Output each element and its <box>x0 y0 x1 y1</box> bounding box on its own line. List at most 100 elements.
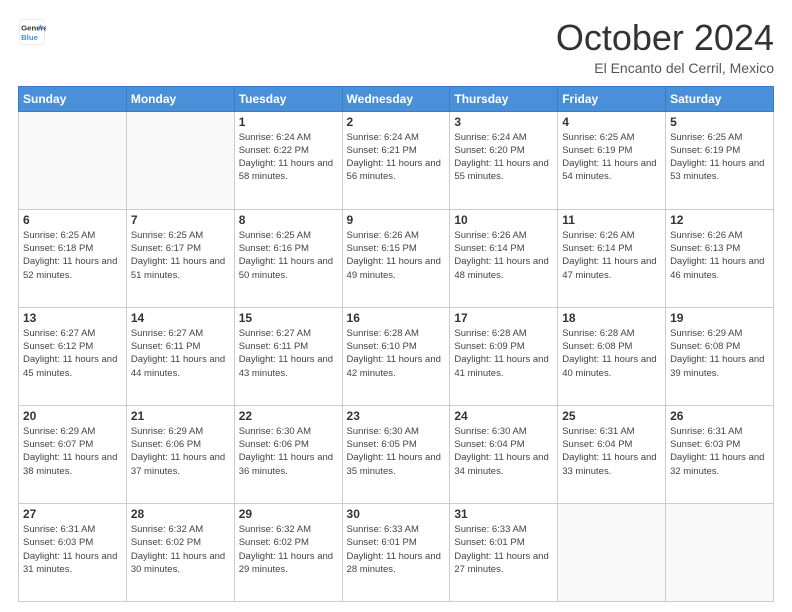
day-cell: 19 Sunrise: 6:29 AM Sunset: 6:08 PM Dayli… <box>666 307 774 405</box>
day-number: 1 <box>239 115 338 129</box>
title-block: October 2024 El Encanto del Cerril, Mexi… <box>556 18 774 76</box>
day-number: 6 <box>23 213 122 227</box>
day-cell: 7 Sunrise: 6:25 AM Sunset: 6:17 PM Daylig… <box>126 209 234 307</box>
day-info: Sunrise: 6:28 AM Sunset: 6:08 PM Dayligh… <box>562 327 661 380</box>
day-number: 21 <box>131 409 230 423</box>
day-cell: 17Sunrise: 6:28 AM Sunset: 6:09 PM Dayli… <box>450 307 558 405</box>
day-cell: 20 Sunrise: 6:29 AM Sunset: 6:07 PM Dayli… <box>19 405 127 503</box>
calendar-table: SundayMondayTuesdayWednesdayThursdayFrid… <box>18 86 774 602</box>
weekday-header-sunday: Sunday <box>19 86 127 111</box>
day-number: 2 <box>347 115 446 129</box>
day-cell: 27Sunrise: 6:31 AM Sunset: 6:03 PM Dayli… <box>19 503 127 601</box>
weekday-header-monday: Monday <box>126 86 234 111</box>
day-number: 4 <box>562 115 661 129</box>
month-title: October 2024 <box>556 18 774 58</box>
day-cell: 22 Sunrise: 6:30 AM Sunset: 6:06 PM Dayli… <box>234 405 342 503</box>
day-number: 20 <box>23 409 122 423</box>
day-cell: 14 Sunrise: 6:27 AM Sunset: 6:11 PM Dayli… <box>126 307 234 405</box>
logo: General Blue General Blue <box>18 18 46 46</box>
day-number: 9 <box>347 213 446 227</box>
day-cell: 12 Sunrise: 6:26 AM Sunset: 6:13 PM Dayli… <box>666 209 774 307</box>
day-number: 23 <box>347 409 446 423</box>
day-info: Sunrise: 6:30 AM Sunset: 6:06 PM Dayligh… <box>239 425 338 478</box>
day-number: 16 <box>347 311 446 325</box>
weekday-header-thursday: Thursday <box>450 86 558 111</box>
day-cell: 10 Sunrise: 6:26 AM Sunset: 6:14 PM Dayli… <box>450 209 558 307</box>
day-number: 8 <box>239 213 338 227</box>
day-info: Sunrise: 6:24 AM Sunset: 6:21 PM Dayligh… <box>347 131 446 184</box>
day-info: Sunrise: 6:26 AM Sunset: 6:15 PM Dayligh… <box>347 229 446 282</box>
day-cell: 13 Sunrise: 6:27 AM Sunset: 6:12 PM Dayli… <box>19 307 127 405</box>
day-number: 13 <box>23 311 122 325</box>
day-info: Sunrise: 6:31 AM Sunset: 6:03 PM Dayligh… <box>670 425 769 478</box>
day-cell: 24 Sunrise: 6:30 AM Sunset: 6:04 PM Dayli… <box>450 405 558 503</box>
day-info: Sunrise: 6:33 AM Sunset: 6:01 PM Dayligh… <box>454 523 553 576</box>
day-number: 22 <box>239 409 338 423</box>
weekday-header-tuesday: Tuesday <box>234 86 342 111</box>
week-row-2: 6 Sunrise: 6:25 AM Sunset: 6:18 PM Daylig… <box>19 209 774 307</box>
day-info: Sunrise: 6:27 AM Sunset: 6:12 PM Dayligh… <box>23 327 122 380</box>
weekday-header-saturday: Saturday <box>666 86 774 111</box>
day-info: Sunrise: 6:25 AM Sunset: 6:18 PM Dayligh… <box>23 229 122 282</box>
day-cell: 6 Sunrise: 6:25 AM Sunset: 6:18 PM Daylig… <box>19 209 127 307</box>
day-number: 17 <box>454 311 553 325</box>
weekday-header-friday: Friday <box>558 86 666 111</box>
day-info: Sunrise: 6:30 AM Sunset: 6:05 PM Dayligh… <box>347 425 446 478</box>
weekday-header-row: SundayMondayTuesdayWednesdayThursdayFrid… <box>19 86 774 111</box>
day-cell: 3 Sunrise: 6:24 AM Sunset: 6:20 PM Daylig… <box>450 111 558 209</box>
day-cell: 28 Sunrise: 6:32 AM Sunset: 6:02 PM Dayli… <box>126 503 234 601</box>
day-cell <box>666 503 774 601</box>
day-number: 30 <box>347 507 446 521</box>
weekday-header-wednesday: Wednesday <box>342 86 450 111</box>
day-number: 19 <box>670 311 769 325</box>
week-row-1: 1 Sunrise: 6:24 AM Sunset: 6:22 PM Daylig… <box>19 111 774 209</box>
day-info: Sunrise: 6:32 AM Sunset: 6:02 PM Dayligh… <box>131 523 230 576</box>
day-info: Sunrise: 6:33 AM Sunset: 6:01 PM Dayligh… <box>347 523 446 576</box>
day-info: Sunrise: 6:26 AM Sunset: 6:13 PM Dayligh… <box>670 229 769 282</box>
day-info: Sunrise: 6:25 AM Sunset: 6:19 PM Dayligh… <box>562 131 661 184</box>
day-info: Sunrise: 6:25 AM Sunset: 6:19 PM Dayligh… <box>670 131 769 184</box>
day-cell: 31Sunrise: 6:33 AM Sunset: 6:01 PM Dayli… <box>450 503 558 601</box>
day-number: 28 <box>131 507 230 521</box>
day-cell: 9 Sunrise: 6:26 AM Sunset: 6:15 PM Daylig… <box>342 209 450 307</box>
day-number: 7 <box>131 213 230 227</box>
day-info: Sunrise: 6:29 AM Sunset: 6:08 PM Dayligh… <box>670 327 769 380</box>
day-info: Sunrise: 6:24 AM Sunset: 6:20 PM Dayligh… <box>454 131 553 184</box>
week-row-5: 27Sunrise: 6:31 AM Sunset: 6:03 PM Dayli… <box>19 503 774 601</box>
day-cell: 26 Sunrise: 6:31 AM Sunset: 6:03 PM Dayli… <box>666 405 774 503</box>
day-cell: 4 Sunrise: 6:25 AM Sunset: 6:19 PM Daylig… <box>558 111 666 209</box>
day-number: 27 <box>23 507 122 521</box>
day-info: Sunrise: 6:24 AM Sunset: 6:22 PM Dayligh… <box>239 131 338 184</box>
week-row-3: 13 Sunrise: 6:27 AM Sunset: 6:12 PM Dayli… <box>19 307 774 405</box>
day-number: 15 <box>239 311 338 325</box>
day-cell: 29Sunrise: 6:32 AM Sunset: 6:02 PM Dayli… <box>234 503 342 601</box>
day-info: Sunrise: 6:29 AM Sunset: 6:07 PM Dayligh… <box>23 425 122 478</box>
day-number: 18 <box>562 311 661 325</box>
day-cell <box>19 111 127 209</box>
day-number: 24 <box>454 409 553 423</box>
day-cell: 8 Sunrise: 6:25 AM Sunset: 6:16 PM Daylig… <box>234 209 342 307</box>
day-number: 12 <box>670 213 769 227</box>
logo-icon: General Blue <box>18 18 46 46</box>
day-info: Sunrise: 6:32 AM Sunset: 6:02 PM Dayligh… <box>239 523 338 576</box>
day-cell: 18 Sunrise: 6:28 AM Sunset: 6:08 PM Dayli… <box>558 307 666 405</box>
day-info: Sunrise: 6:27 AM Sunset: 6:11 PM Dayligh… <box>131 327 230 380</box>
day-info: Sunrise: 6:31 AM Sunset: 6:04 PM Dayligh… <box>562 425 661 478</box>
day-info: Sunrise: 6:30 AM Sunset: 6:04 PM Dayligh… <box>454 425 553 478</box>
day-info: Sunrise: 6:25 AM Sunset: 6:17 PM Dayligh… <box>131 229 230 282</box>
day-cell: 15 Sunrise: 6:27 AM Sunset: 6:11 PM Dayli… <box>234 307 342 405</box>
day-cell: 2 Sunrise: 6:24 AM Sunset: 6:21 PM Daylig… <box>342 111 450 209</box>
day-number: 10 <box>454 213 553 227</box>
day-number: 14 <box>131 311 230 325</box>
day-info: Sunrise: 6:26 AM Sunset: 6:14 PM Dayligh… <box>454 229 553 282</box>
day-info: Sunrise: 6:25 AM Sunset: 6:16 PM Dayligh… <box>239 229 338 282</box>
day-info: Sunrise: 6:27 AM Sunset: 6:11 PM Dayligh… <box>239 327 338 380</box>
day-number: 26 <box>670 409 769 423</box>
subtitle: El Encanto del Cerril, Mexico <box>556 60 774 76</box>
day-number: 5 <box>670 115 769 129</box>
day-cell <box>126 111 234 209</box>
day-cell: 25Sunrise: 6:31 AM Sunset: 6:04 PM Dayli… <box>558 405 666 503</box>
header: General Blue General Blue October 2024 E… <box>18 18 774 76</box>
day-cell: 23 Sunrise: 6:30 AM Sunset: 6:05 PM Dayli… <box>342 405 450 503</box>
day-number: 3 <box>454 115 553 129</box>
